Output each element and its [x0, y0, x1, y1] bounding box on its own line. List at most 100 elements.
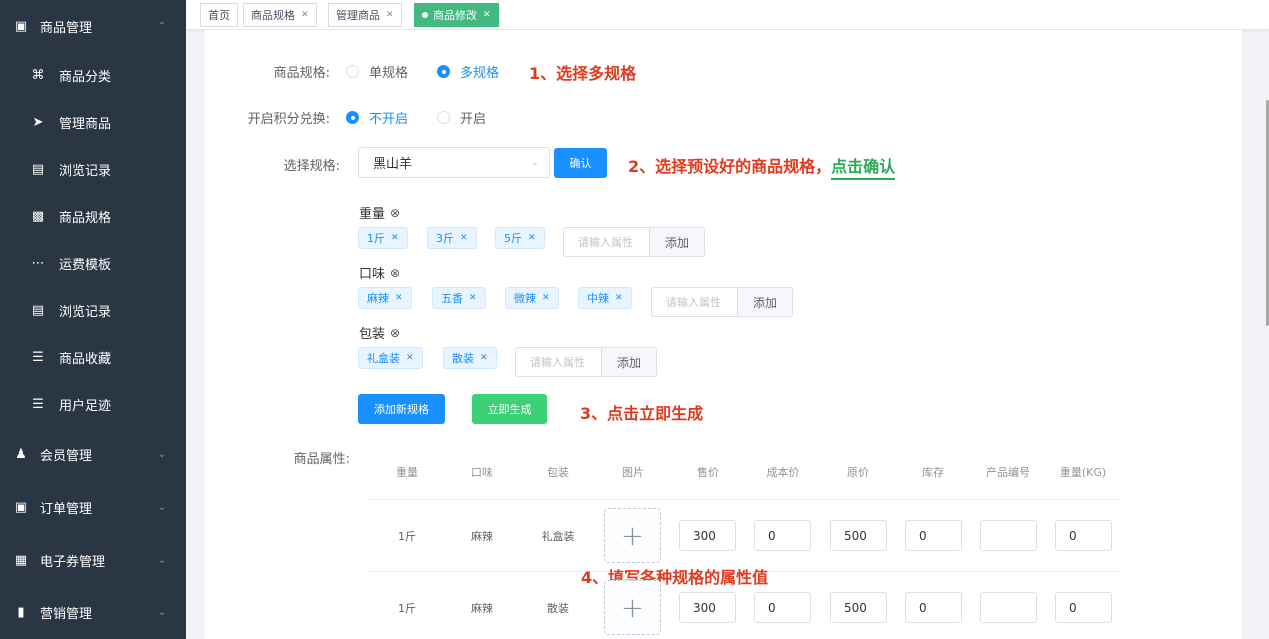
- sidebar-item-favorites[interactable]: ☰ 商品收藏: [0, 334, 186, 380]
- close-icon[interactable]: ✕: [480, 353, 488, 363]
- tab-home[interactable]: 首页: [200, 3, 238, 27]
- image-upload[interactable]: +: [604, 508, 661, 563]
- tag-label: 礼盒装: [367, 352, 400, 365]
- orig-price-input[interactable]: [830, 520, 887, 551]
- close-icon[interactable]: ✕: [301, 10, 309, 20]
- sidebar-item-label: 商品规格: [59, 210, 112, 226]
- close-circle-icon[interactable]: ⊗: [390, 206, 400, 220]
- price-input[interactable]: [679, 520, 736, 551]
- add-attr-button[interactable]: 添加: [737, 287, 793, 317]
- radio-multi-spec[interactable]: 多规格: [437, 62, 499, 81]
- close-icon[interactable]: ✕: [542, 293, 550, 303]
- sidebar-group-member[interactable]: ♟ 会员管理 ⌄: [0, 430, 186, 478]
- spec-value-tag: 麻辣 ✕: [358, 287, 412, 309]
- sidebar-group-label: 电子券管理: [40, 554, 106, 570]
- list-icon: ☰: [32, 396, 44, 412]
- points-label: 开启积分兑换:: [247, 112, 330, 127]
- kg-input[interactable]: [1055, 592, 1112, 623]
- stock-input[interactable]: [905, 592, 962, 623]
- spec-group-title: 口味 ⊗: [359, 263, 400, 283]
- sidebar-group-marketing[interactable]: ▮ 营销管理 ⌄: [0, 588, 186, 636]
- confirm-button[interactable]: 确认: [554, 148, 607, 178]
- spec-value-tag: 礼盒装 ✕: [358, 347, 423, 369]
- cost-input[interactable]: [754, 520, 811, 551]
- attr-input[interactable]: [563, 227, 649, 257]
- sidebar-group-product[interactable]: ▣ 商品管理 ⌃: [0, 2, 186, 50]
- sidebar-item-label: 浏览记录: [59, 304, 112, 320]
- tag-label: 1斤: [367, 232, 385, 245]
- spec-select-value: 黑山羊: [373, 157, 413, 172]
- annotation-3: 3、点击立即生成: [580, 404, 704, 423]
- close-icon[interactable]: ✕: [406, 353, 414, 363]
- add-new-spec-button[interactable]: 添加新规格: [358, 394, 445, 424]
- radio-single-spec[interactable]: 单规格: [346, 62, 408, 81]
- tag-label: 中辣: [587, 292, 609, 305]
- close-icon[interactable]: ✕: [395, 293, 403, 303]
- sidebar-item-label: 浏览记录: [59, 163, 112, 179]
- cost-input[interactable]: [754, 592, 811, 623]
- close-icon[interactable]: ✕: [469, 293, 477, 303]
- attr-input[interactable]: [651, 287, 737, 317]
- th-weight: 重量: [396, 466, 418, 479]
- history-icon: ▤: [31, 161, 45, 177]
- sidebar-item-category[interactable]: ⌘ 商品分类: [0, 52, 186, 98]
- tab-manage-product[interactable]: 管理商品 ✕: [328, 3, 402, 27]
- add-attr-button[interactable]: 添加: [649, 227, 705, 257]
- radio-points-on[interactable]: 开启: [437, 108, 486, 127]
- sidebar-item-manage-product[interactable]: ➤ 管理商品: [0, 99, 186, 145]
- close-icon[interactable]: ✕: [483, 10, 491, 20]
- sidebar-group-order[interactable]: ▣ 订单管理 ⌄: [0, 483, 186, 531]
- close-icon[interactable]: ✕: [528, 233, 536, 243]
- add-attr-group: 添加: [515, 347, 657, 377]
- generate-button[interactable]: 立即生成: [472, 394, 547, 424]
- stock-input[interactable]: [905, 520, 962, 551]
- spec-select[interactable]: 黑山羊 ⌄: [358, 147, 550, 178]
- history-icon: ▤: [31, 302, 45, 318]
- close-circle-icon[interactable]: ⊗: [390, 266, 400, 280]
- spec-name: 口味: [359, 267, 386, 282]
- category-icon: ⌘: [31, 67, 45, 83]
- active-dot-icon: [422, 12, 428, 18]
- code-input[interactable]: [980, 592, 1037, 623]
- spec-value-tag: 中辣 ✕: [578, 287, 632, 309]
- orig-price-input[interactable]: [830, 592, 887, 623]
- close-icon[interactable]: ✕: [386, 10, 394, 20]
- close-icon[interactable]: ✕: [460, 233, 468, 243]
- chevron-down-icon: ⌄: [157, 554, 166, 566]
- sidebar-item-label: 运费模板: [59, 257, 112, 273]
- tab-label: 商品修改: [433, 9, 477, 22]
- spec-value-tag: 3斤 ✕: [427, 227, 477, 249]
- sidebar-item-footprint[interactable]: ☰ 用户足迹: [0, 381, 186, 427]
- chart-icon: ▮: [17, 604, 25, 620]
- sidebar-item-label: 用户足迹: [59, 398, 112, 414]
- code-input[interactable]: [980, 520, 1037, 551]
- sidebar-item-product-spec[interactable]: ▩ 商品规格: [0, 193, 186, 239]
- tag-label: 3斤: [436, 232, 454, 245]
- tab-edit-product[interactable]: 商品修改 ✕: [414, 3, 499, 27]
- radio-points-off[interactable]: 不开启: [346, 108, 408, 127]
- sidebar-item-browse-history-2[interactable]: ▤ 浏览记录: [0, 287, 186, 333]
- sidebar-item-shipping-template[interactable]: ⋯ 运费模板: [0, 240, 186, 286]
- spec-group-title: 包装 ⊗: [359, 323, 400, 343]
- td-weight: 1斤: [398, 530, 416, 543]
- tag-label: 五香: [441, 292, 463, 305]
- annotation-1: 1、选择多规格: [529, 64, 637, 83]
- radio-label: 单规格: [369, 66, 409, 81]
- close-circle-icon[interactable]: ⊗: [390, 326, 400, 340]
- chevron-down-icon: ⌄: [157, 501, 166, 513]
- radio-label: 不开启: [369, 112, 409, 127]
- close-icon[interactable]: ✕: [391, 233, 399, 243]
- menu-icon: ☰: [32, 349, 44, 365]
- td-weight: 1斤: [398, 602, 416, 615]
- attr-input[interactable]: [515, 347, 601, 377]
- sidebar-group-coupon[interactable]: ▦ 电子券管理 ⌄: [0, 536, 186, 584]
- sidebar-item-browse-history[interactable]: ▤ 浏览记录: [0, 146, 186, 192]
- add-attr-button[interactable]: 添加: [601, 347, 657, 377]
- close-icon[interactable]: ✕: [615, 293, 623, 303]
- tab-product-spec[interactable]: 商品规格 ✕: [243, 3, 317, 27]
- send-icon: ➤: [32, 114, 44, 130]
- kg-input[interactable]: [1055, 520, 1112, 551]
- price-input[interactable]: [679, 592, 736, 623]
- spec-name: 包装: [359, 327, 386, 342]
- image-upload[interactable]: +: [604, 580, 661, 635]
